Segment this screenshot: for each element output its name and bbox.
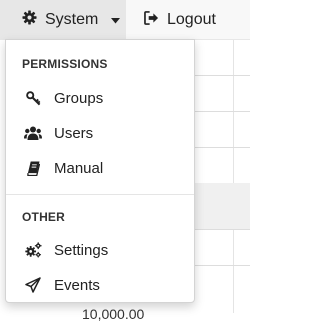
other-header: OTHER [22, 210, 65, 224]
logout-button[interactable]: Logout [126, 0, 250, 40]
background-table-column [233, 40, 234, 313]
paper-plane-icon [24, 277, 42, 293]
background-amount: 10,000.00 [82, 306, 145, 322]
menu-item-groups[interactable]: Groups [6, 81, 194, 115]
system-menu-button[interactable]: System [0, 0, 126, 40]
navbar: System Logout [0, 0, 250, 40]
background-row-divider [195, 147, 250, 148]
book-icon [24, 161, 42, 176]
menu-item-label: Settings [54, 241, 109, 259]
caret-down-icon [111, 11, 121, 29]
background-row-divider [195, 229, 250, 230]
menu-divider [6, 194, 194, 195]
logout-label: Logout [167, 11, 216, 28]
menu-item-label: Manual [54, 159, 104, 177]
gear-icon [22, 10, 37, 30]
system-dropdown-menu: PERMISSIONS Groups Users Manual OTHER Se… [5, 39, 195, 303]
menu-item-events[interactable]: Events [6, 268, 194, 302]
menu-item-users[interactable]: Users [6, 116, 194, 150]
background-row-divider [195, 265, 250, 266]
sign-out-icon [144, 10, 159, 30]
background-row-divider [195, 75, 250, 76]
key-icon [24, 90, 42, 106]
menu-item-manual[interactable]: Manual [6, 151, 194, 185]
menu-item-label: Users [54, 124, 94, 142]
background-table-row [195, 183, 250, 229]
system-menu-label: System [45, 11, 99, 28]
menu-item-settings[interactable]: Settings [6, 233, 194, 267]
users-icon [24, 126, 42, 140]
gears-icon [24, 242, 42, 258]
menu-item-label: Events [54, 276, 100, 294]
menu-item-label: Groups [54, 89, 104, 107]
permissions-header: PERMISSIONS [22, 57, 108, 71]
background-row-divider [195, 111, 250, 112]
